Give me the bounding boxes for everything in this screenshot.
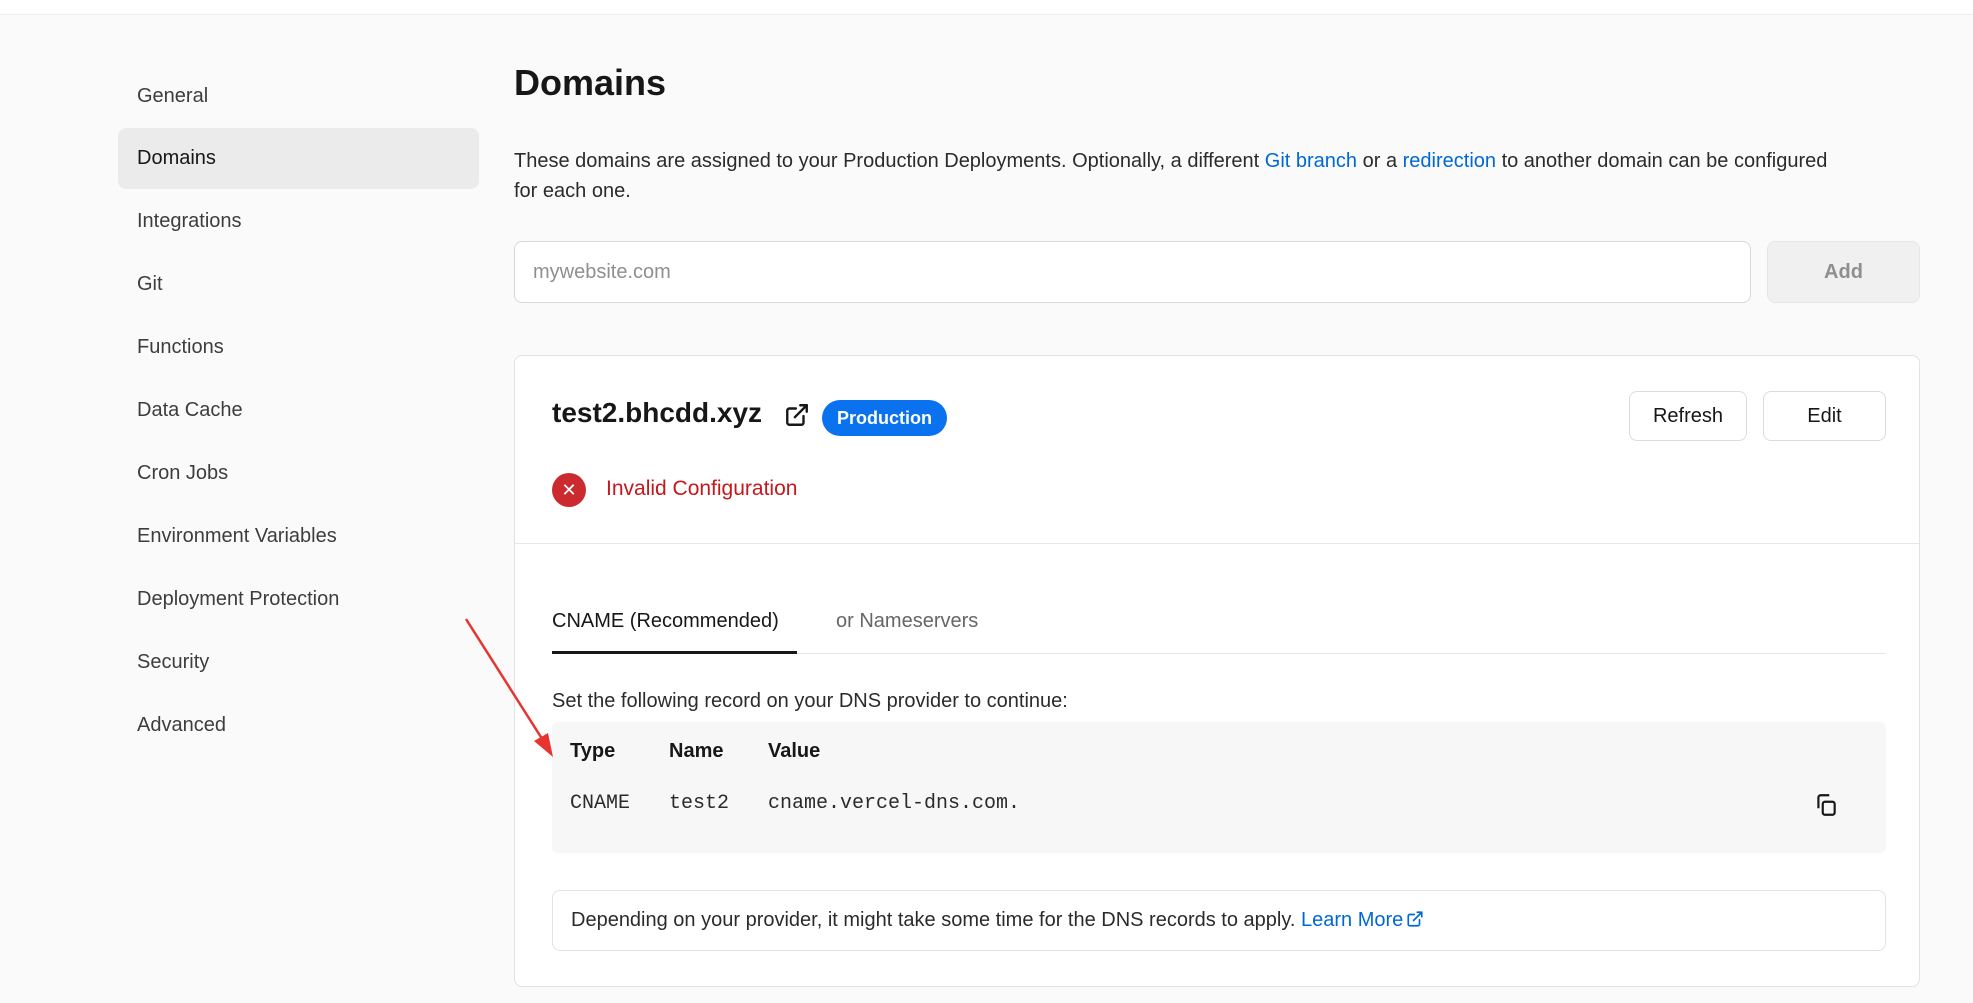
sidebar-item-functions[interactable]: Functions xyxy=(118,317,479,378)
annotation-arrow xyxy=(464,618,553,757)
dns-tabs: CNAME (Recommended) or Nameservers xyxy=(552,601,1886,654)
sidebar-item-security[interactable]: Security xyxy=(118,632,479,693)
production-badge: Production xyxy=(822,400,947,436)
intro-text-middle: or a xyxy=(1357,150,1403,172)
copy-icon[interactable] xyxy=(1813,792,1839,818)
refresh-button[interactable]: Refresh xyxy=(1629,391,1747,441)
domain-name: test2.bhcdd.xyz xyxy=(552,397,763,428)
column-header-type: Type xyxy=(570,740,616,762)
sidebar-item-cron-jobs[interactable]: Cron Jobs xyxy=(118,443,479,504)
column-header-value: Value xyxy=(768,740,821,762)
sidebar-item-deployment-protection[interactable]: Deployment Protection xyxy=(118,569,479,630)
card-divider xyxy=(515,543,1919,544)
sidebar-item-data-cache[interactable]: Data Cache xyxy=(118,380,479,441)
learn-more-link[interactable]: Learn More xyxy=(1301,909,1424,931)
page-title: Domains xyxy=(514,62,667,103)
propagation-note: Depending on your provider, it might tak… xyxy=(552,890,1886,951)
external-link-icon[interactable] xyxy=(784,402,810,428)
domain-card: test2.bhcdd.xyz Production Refresh Edit … xyxy=(514,355,1920,987)
intro-text-before: These domains are assigned to your Produ… xyxy=(514,150,1265,172)
top-bar xyxy=(0,0,1973,15)
tab-cname[interactable]: CNAME (Recommended) xyxy=(552,601,797,654)
status-message: Invalid Configuration xyxy=(606,477,798,500)
column-header-name: Name xyxy=(669,740,724,762)
sidebar-item-git[interactable]: Git xyxy=(118,254,479,315)
sidebar-item-environment-variables[interactable]: Environment Variables xyxy=(118,506,479,567)
intro-text: These domains are assigned to your Produ… xyxy=(514,146,1854,206)
learn-more-label: Learn More xyxy=(1300,909,1404,931)
external-link-icon xyxy=(1407,911,1423,927)
git-branch-link[interactable]: Git branch xyxy=(1265,150,1357,172)
domain-input[interactable] xyxy=(514,241,1751,303)
tab-nameservers[interactable]: or Nameservers xyxy=(836,601,978,653)
dns-instruction: Set the following record on your DNS pro… xyxy=(552,690,1068,712)
record-value: cname.vercel-dns.com. xyxy=(768,792,1021,815)
dns-records-table: Type Name Value CNAME test2 cname.vercel… xyxy=(552,722,1886,853)
sidebar-item-integrations[interactable]: Integrations xyxy=(118,191,479,252)
record-type: CNAME xyxy=(570,792,631,815)
sidebar-item-domains[interactable]: Domains xyxy=(118,128,479,189)
redirection-link[interactable]: redirection xyxy=(1403,150,1496,172)
record-name: test2 xyxy=(669,792,730,815)
note-text: Depending on your provider, it might tak… xyxy=(571,909,1301,931)
sidebar-item-advanced[interactable]: Advanced xyxy=(118,695,479,756)
sidebar-item-general[interactable]: General xyxy=(118,66,479,127)
add-domain-button[interactable]: Add xyxy=(1767,241,1920,303)
edit-button[interactable]: Edit xyxy=(1763,391,1886,441)
x-circle-icon: ✕ xyxy=(552,473,586,507)
